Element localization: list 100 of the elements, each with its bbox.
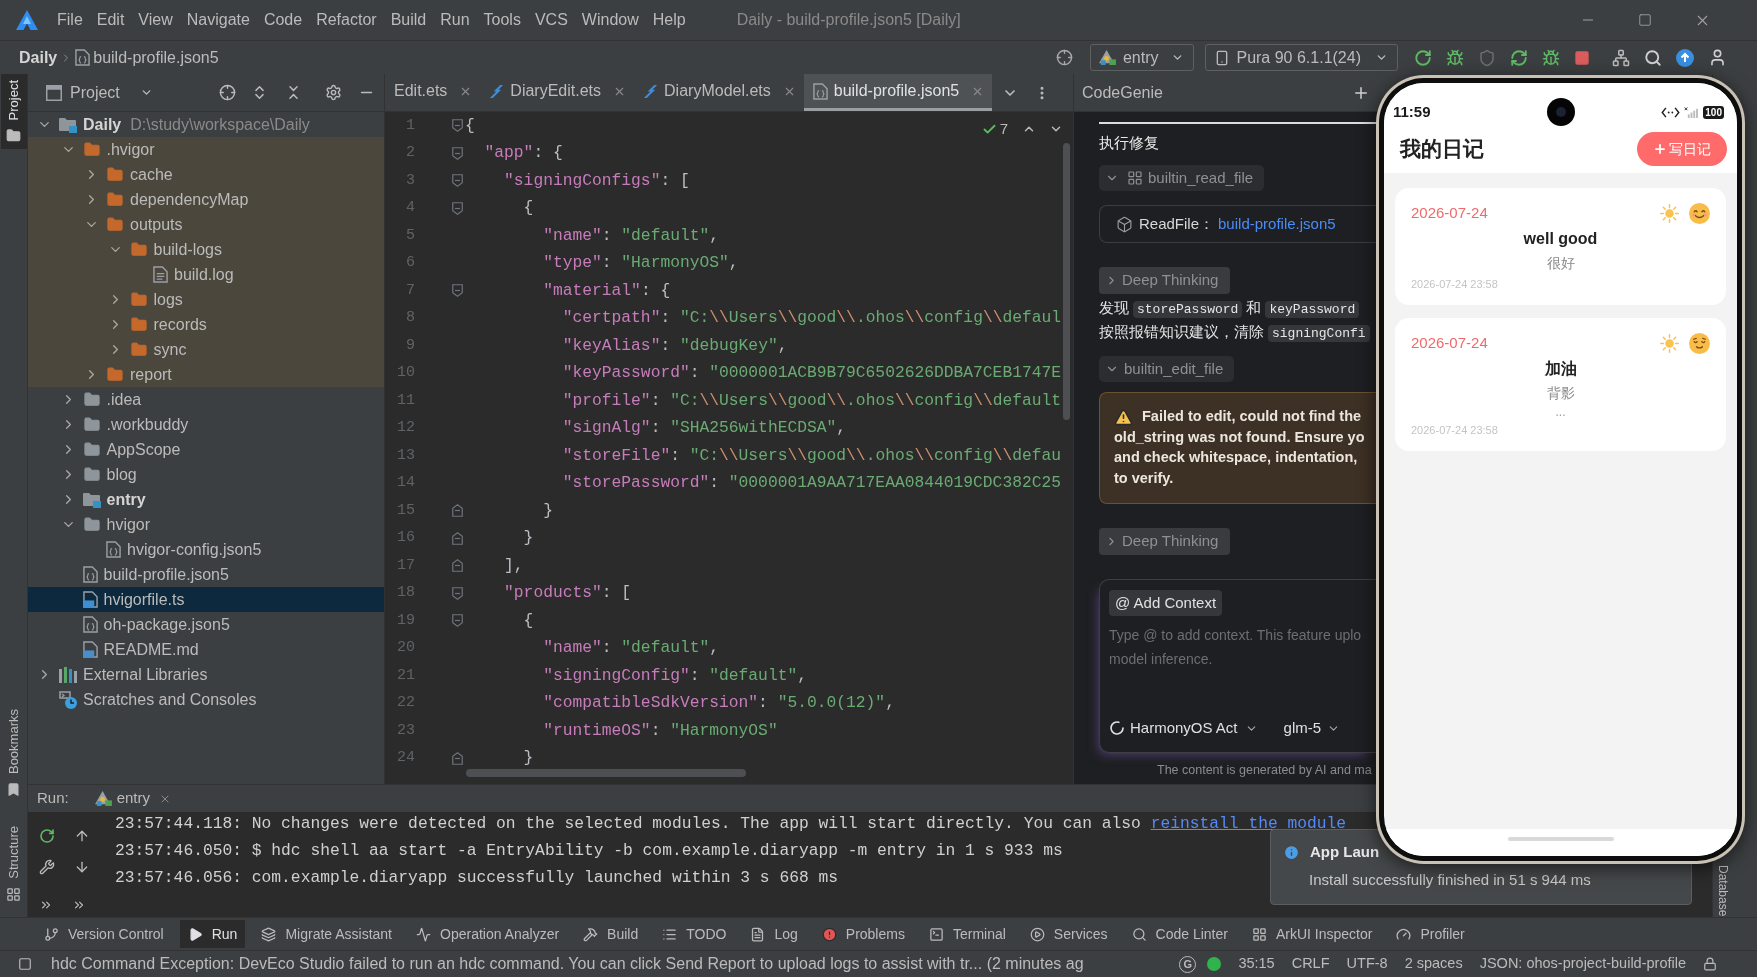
fold-marker-icon[interactable] bbox=[452, 586, 463, 600]
menu-item[interactable]: Run bbox=[433, 8, 477, 32]
tree-item[interactable]: report bbox=[28, 362, 384, 387]
tool-window-stripe-button[interactable]: Database bbox=[1713, 864, 1733, 916]
tool-window-button[interactable]: Run bbox=[179, 920, 246, 948]
stop-icon[interactable] bbox=[1574, 49, 1590, 66]
menu-item[interactable]: Tools bbox=[476, 8, 528, 32]
tool-window-stripe-button[interactable]: Structure bbox=[0, 820, 27, 908]
thinking-toggle[interactable]: Deep Thinking bbox=[1099, 528, 1231, 555]
tool-window-button[interactable]: Build bbox=[575, 920, 647, 948]
tool-window-button[interactable]: Migrate Assistant bbox=[253, 920, 400, 948]
double-chevron-icon[interactable] bbox=[72, 898, 86, 912]
tree-item[interactable]: .hvigor bbox=[28, 137, 384, 162]
menu-item[interactable]: Window bbox=[574, 8, 646, 32]
tree-item[interactable]: records bbox=[28, 312, 384, 337]
tree-item[interactable]: logs bbox=[28, 287, 384, 312]
square-icon[interactable] bbox=[18, 957, 32, 971]
scrollbar-thumb[interactable] bbox=[466, 769, 746, 777]
bug-icon[interactable] bbox=[1446, 48, 1464, 67]
tree-item[interactable]: build-logs bbox=[28, 237, 384, 262]
tree-item[interactable]: README.md bbox=[28, 637, 384, 662]
breadcrumb-item[interactable]: Daily bbox=[19, 45, 58, 70]
menu-item[interactable]: View bbox=[131, 8, 180, 32]
fold-marker-icon[interactable] bbox=[452, 284, 463, 298]
tool-window-button[interactable]: Version Control bbox=[36, 920, 172, 948]
fold-marker-icon[interactable] bbox=[452, 174, 463, 188]
tree-item[interactable]: hvigorfile.ts bbox=[28, 587, 384, 612]
view-dropdown[interactable]: Project bbox=[70, 80, 153, 105]
tool-call-toggle[interactable]: builtin_edit_file bbox=[1099, 356, 1235, 382]
diary-card[interactable]: 2026-07-24 加油 背影 ... 2026-07-24 23:58 bbox=[1395, 318, 1726, 451]
lock-icon[interactable] bbox=[1703, 957, 1717, 971]
crosshair-icon[interactable] bbox=[218, 84, 236, 101]
tree-item[interactable]: Daily D:\study\workspace\Daily bbox=[28, 112, 384, 137]
circular-arrow-icon[interactable] bbox=[1414, 48, 1432, 67]
tool-window-stripe-button[interactable]: Project bbox=[0, 74, 27, 150]
editor-tab[interactable]: build-profile.json5 bbox=[803, 74, 993, 111]
maximize-icon[interactable] bbox=[1638, 13, 1652, 27]
crosshair-icon[interactable] bbox=[1055, 49, 1073, 66]
menu-item[interactable]: Navigate bbox=[179, 8, 257, 32]
menu-item[interactable]: Refactor bbox=[309, 8, 384, 32]
fold-marker-icon[interactable] bbox=[452, 201, 463, 215]
tool-window-button[interactable]: Services bbox=[1021, 920, 1116, 948]
editor-tab[interactable]: DiaryModel.ets bbox=[634, 74, 804, 111]
mode-dropdown[interactable]: HarmonyOS Act bbox=[1109, 717, 1258, 740]
status-item[interactable]: 35:15 bbox=[1238, 953, 1275, 975]
hierarchy-icon[interactable] bbox=[1612, 48, 1630, 67]
device-dropdown[interactable]: Pura 90 6.1.1(24) bbox=[1205, 44, 1398, 71]
thinking-toggle[interactable]: Deep Thinking bbox=[1099, 267, 1231, 294]
editor-tab[interactable]: Edit.ets bbox=[385, 74, 481, 111]
scrollbar-thumb[interactable] bbox=[1063, 143, 1070, 420]
tree-item[interactable]: .workbuddy bbox=[28, 412, 384, 437]
status-item[interactable]: CRLF bbox=[1291, 953, 1330, 975]
tool-window-stripe-button[interactable]: Bookmarks bbox=[0, 703, 27, 804]
tool-window-button[interactable]: ArkUI Inspector bbox=[1243, 920, 1381, 948]
tree-item[interactable]: AppScope bbox=[28, 437, 384, 462]
run-config-dropdown[interactable]: entry bbox=[1089, 44, 1195, 71]
file-link[interactable]: build-profile.json5 bbox=[1218, 212, 1336, 236]
fold-marker-icon[interactable] bbox=[452, 146, 463, 160]
tool-window-button[interactable]: Profiler bbox=[1388, 920, 1473, 948]
fold-marker-icon[interactable] bbox=[452, 751, 463, 765]
breadcrumb-item[interactable]: build-profile.json5 bbox=[93, 45, 219, 70]
tree-item[interactable]: dependencyMap bbox=[28, 187, 384, 212]
tree-item[interactable]: entry bbox=[28, 487, 384, 512]
tree-item[interactable]: outputs bbox=[28, 212, 384, 237]
up-arrow-circle-icon[interactable] bbox=[1676, 48, 1694, 67]
menu-item[interactable]: File bbox=[50, 8, 90, 32]
sync-arrows-icon[interactable] bbox=[1510, 48, 1528, 67]
chat-input-box[interactable]: @ Add Context Type @ to add context. This feature uplo model inference. HarmonyOS Act glm-5 bbox=[1099, 579, 1377, 753]
tree-item[interactable]: build.log bbox=[28, 262, 384, 287]
fold-marker-icon[interactable] bbox=[452, 531, 463, 545]
tool-window-button[interactable]: Problems bbox=[813, 920, 913, 948]
diary-card[interactable]: 2026-07-24 well good 很好 2026-07-24 23:58 bbox=[1395, 188, 1726, 305]
menu-item[interactable]: Help bbox=[645, 8, 693, 32]
tree-item[interactable]: External Libraries bbox=[28, 662, 384, 687]
tree-item[interactable]: sync bbox=[28, 337, 384, 362]
tool-window-button[interactable]: Code Linter bbox=[1123, 920, 1236, 948]
console-link[interactable]: reinstall the module bbox=[1150, 814, 1347, 834]
bug-icon[interactable] bbox=[1542, 48, 1560, 67]
double-chevron-icon[interactable] bbox=[39, 898, 53, 912]
tree-item[interactable]: cache bbox=[28, 162, 384, 187]
menu-item[interactable]: Edit bbox=[89, 8, 132, 32]
tree-item[interactable]: hvigor-config.json5 bbox=[28, 537, 384, 562]
menu-item[interactable]: Code bbox=[256, 8, 310, 32]
run-tab[interactable]: entry bbox=[94, 787, 172, 810]
tree-item[interactable]: oh-package.json5 bbox=[28, 612, 384, 637]
tool-window-button[interactable]: Log bbox=[742, 920, 806, 948]
model-dropdown[interactable]: glm-5 bbox=[1283, 717, 1341, 740]
status-item[interactable]: 2 spaces bbox=[1404, 953, 1463, 975]
wrench-icon[interactable] bbox=[39, 859, 55, 875]
status-item[interactable]: UTF-8 bbox=[1346, 953, 1388, 975]
tree-item[interactable]: blog bbox=[28, 462, 384, 487]
tree-item[interactable]: build-profile.json5 bbox=[28, 562, 384, 587]
tree-item[interactable]: .idea bbox=[28, 387, 384, 412]
tool-window-button[interactable]: Terminal bbox=[920, 920, 1014, 948]
status-item[interactable]: JSON: ohos-project-build-profile bbox=[1479, 953, 1686, 975]
user-icon[interactable] bbox=[1708, 48, 1727, 67]
menu-item[interactable]: VCS bbox=[527, 8, 575, 32]
settings-icon[interactable] bbox=[324, 84, 342, 101]
tool-window-button[interactable]: TODO bbox=[654, 920, 735, 948]
editor-tab[interactable]: DiaryEdit.ets bbox=[480, 74, 635, 111]
